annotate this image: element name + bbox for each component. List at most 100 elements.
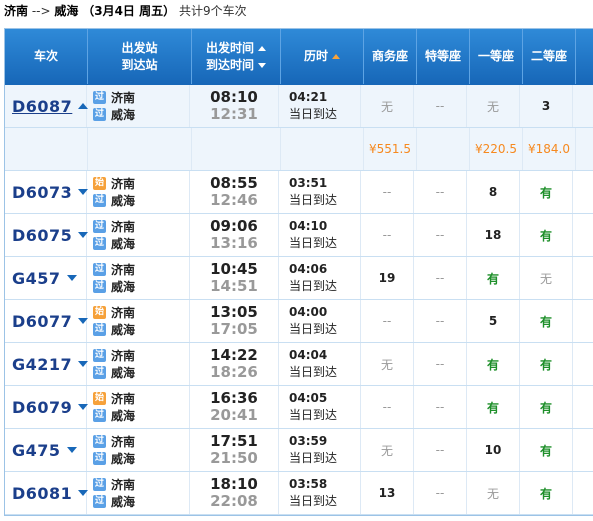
depart-time: 14:22 — [210, 346, 258, 364]
train-number-link[interactable]: G4217 — [12, 355, 72, 374]
from-line: 过济南 — [93, 89, 135, 106]
depart-time: 09:06 — [210, 217, 258, 235]
expand-arrow-icon[interactable] — [66, 447, 77, 453]
seat-cell-first: 有 — [467, 343, 520, 385]
seat-availability: 有 — [539, 314, 552, 329]
seat-cell-first: 5 — [467, 300, 520, 342]
train-number-link[interactable]: D6073 — [12, 183, 72, 202]
station-cell: 过济南过威海 — [87, 429, 190, 471]
duration-value: 03:51 — [289, 176, 328, 190]
seat-cell-special: -- — [414, 343, 467, 385]
arrive-time: 12:46 — [210, 191, 258, 209]
time-cell: 08:10 12:31 — [190, 85, 279, 127]
seat-availability: -- — [382, 314, 392, 328]
seat-availability: 3 — [541, 99, 551, 113]
time-cell: 18:10 22:08 — [190, 472, 279, 514]
duration-cell: 04:05 当日到达 — [279, 386, 361, 428]
station-cell: 过济南过威海 — [87, 257, 190, 299]
duration-cell: 04:06 当日到达 — [279, 257, 361, 299]
duration-cell: 04:21 当日到达 — [279, 85, 361, 127]
arrival-day: 当日到达 — [289, 236, 338, 250]
seat-cell-business: 无 — [361, 85, 414, 127]
arrival-day: 当日到达 — [289, 365, 338, 379]
expand-arrow-icon[interactable] — [66, 275, 77, 281]
train-number-link[interactable]: D6075 — [12, 226, 72, 245]
arrival-day: 当日到达 — [289, 193, 338, 207]
extra-cell — [576, 128, 593, 170]
from-line: 过济南 — [93, 347, 135, 364]
to-line: 过威海 — [93, 493, 135, 510]
train-number-link[interactable]: D6081 — [12, 484, 72, 503]
from-station-name: 济南 — [111, 177, 136, 191]
station-cell: 过济南过威海 — [87, 472, 190, 514]
route-arrow: --> — [31, 4, 51, 18]
table-row: D6073 始济南过威海 08:55 12:46 03:51 当日到达 -- -- 8 有 — [5, 171, 593, 214]
extra-cell — [573, 343, 593, 385]
train-number-link[interactable]: G475 — [12, 441, 61, 460]
seat-cell-business: -- — [361, 171, 414, 213]
table-row: D6081 过济南过威海 18:10 22:08 03:58 当日到达 13 -- 无有 — [5, 472, 593, 515]
seat-availability: 5 — [488, 314, 498, 328]
to-line: 过威海 — [93, 278, 135, 295]
train-cell: D6073 — [5, 171, 89, 213]
seat-cell-special: -- — [414, 257, 467, 299]
col-station[interactable]: 出发站 到达站 — [88, 29, 192, 84]
pass-badge: 过 — [93, 323, 106, 336]
seat-availability: -- — [435, 314, 445, 328]
col-special: 特等座 — [417, 29, 470, 84]
station-cell: 过济南过威海 — [87, 214, 190, 256]
price-cell: ¥551.5 — [364, 128, 417, 170]
train-number-link[interactable]: D6077 — [12, 312, 72, 331]
price-cell: ¥220.5 — [470, 128, 523, 170]
price-row: ¥551.5 ¥220.5 ¥184.0 — [5, 128, 593, 171]
duration-cell: 04:00 当日到达 — [279, 300, 361, 342]
to-line: 过威海 — [93, 106, 135, 123]
origin-badge: 始 — [93, 392, 106, 405]
col-time[interactable]: 出发时间 到达时间 — [192, 29, 281, 84]
seat-availability: -- — [435, 400, 445, 414]
train-cell: D6081 — [5, 472, 89, 514]
arrive-time: 14:51 — [210, 277, 258, 295]
to-station-name: 威海 — [111, 495, 136, 509]
pass-badge: 过 — [93, 495, 106, 508]
train-table: 车次 出发站 到达站 出发时间 到达时间 历时 商务座 特等座 一等座 二等座 D… — [4, 28, 593, 516]
pass-badge: 过 — [93, 452, 106, 465]
train-number-link[interactable]: D6079 — [12, 398, 72, 417]
train-number-link[interactable]: D6087 — [12, 97, 72, 116]
duration-value: 03:59 — [289, 434, 328, 448]
col-train: 车次 — [5, 29, 88, 84]
duration-value: 04:05 — [289, 391, 328, 405]
seat-availability: 有 — [539, 185, 552, 200]
seat-cell-second: 有 — [520, 429, 573, 471]
pass-badge: 过 — [93, 220, 106, 233]
col-more — [576, 29, 593, 84]
pass-badge: 过 — [93, 409, 106, 422]
seat-cell-first: 有 — [467, 257, 520, 299]
extra-cell — [573, 300, 593, 342]
seat-cell-special: -- — [414, 386, 467, 428]
seat-cell-second: 有 — [520, 386, 573, 428]
seat-availability: 无 — [539, 271, 552, 286]
arrive-time: 20:41 — [210, 406, 258, 424]
depart-time: 16:36 — [210, 389, 258, 407]
from-line: 始济南 — [93, 304, 135, 321]
arrival-day: 当日到达 — [289, 408, 338, 422]
seat-availability: -- — [435, 443, 445, 457]
arrive-time: 13:16 — [210, 234, 258, 252]
seat-cell-business: 无 — [361, 429, 414, 471]
sort-asc-icon[interactable] — [258, 45, 266, 51]
duration-cell: 04:10 当日到达 — [279, 214, 361, 256]
to-line: 过威海 — [93, 364, 135, 381]
duration-value: 04:21 — [289, 90, 328, 104]
arrival-day: 当日到达 — [289, 279, 338, 293]
from-line: 过济南 — [93, 261, 135, 278]
duration-value: 04:00 — [289, 305, 328, 319]
to-line: 过威海 — [93, 235, 135, 252]
sort-duration-icon[interactable] — [332, 54, 340, 59]
seat-availability: 无 — [380, 99, 393, 114]
sort-desc-icon[interactable] — [258, 62, 266, 68]
col-duration[interactable]: 历时 — [281, 29, 364, 84]
col-duration-label: 历时 — [303, 49, 328, 63]
train-number-link[interactable]: G457 — [12, 269, 61, 288]
seat-availability: 有 — [539, 443, 552, 458]
